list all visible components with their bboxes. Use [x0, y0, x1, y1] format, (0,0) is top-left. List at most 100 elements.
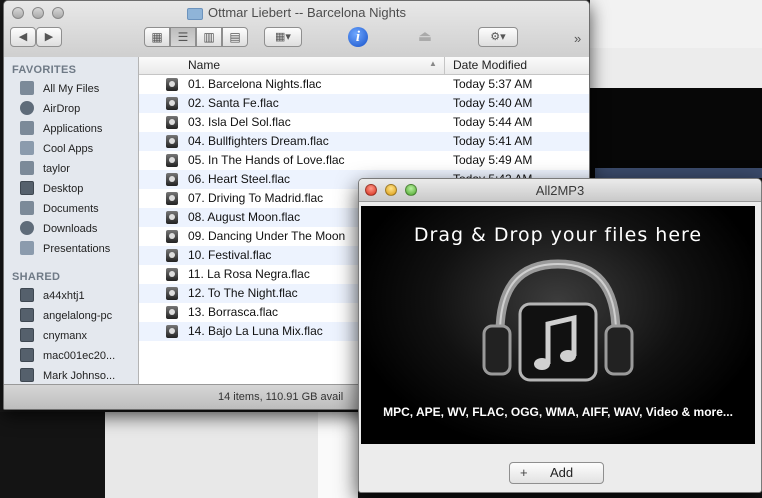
file-name: 10. Festival.flac [188, 248, 272, 262]
computer-icon [20, 348, 34, 363]
file-date: Today 5:37 AM [453, 77, 533, 91]
file-name: 03. Isla Del Sol.flac [188, 115, 291, 129]
grid-icon: ▦ [151, 30, 163, 44]
sidebar-item-label: Downloads [43, 223, 98, 235]
file-date: Today 5:49 AM [453, 153, 533, 167]
add-button-label: Add [550, 465, 574, 480]
computer-icon [20, 308, 34, 323]
back-arrow-icon: ◀ [18, 31, 28, 43]
audio-file-icon [166, 249, 178, 262]
sidebar-favorites-header: FAVORITES [12, 64, 77, 76]
file-date: Today 5:41 AM [453, 134, 533, 148]
file-row[interactable]: 05. In The Hands of Love.flac Today 5:49 … [139, 151, 589, 170]
date-column-header[interactable]: Date Modified [453, 58, 527, 72]
gear-icon: ⚙▾ [490, 31, 506, 43]
file-row[interactable]: 03. Isla Del Sol.flac Today 5:44 AM [139, 113, 589, 132]
all2mp3-title: All2MP3 [535, 183, 585, 198]
drop-zone[interactable]: Drag & Drop your files here MPC, APE, WV… [361, 206, 755, 444]
file-name: 11. La Rosa Negra.flac [188, 267, 310, 281]
audio-file-icon [166, 135, 178, 148]
home-icon [20, 161, 34, 176]
file-row[interactable]: 01. Barcelona Nights.flac Today 5:37 AM [139, 75, 589, 94]
audio-file-icon [166, 287, 178, 300]
sidebar-item-shared-computer[interactable]: mac001ec20... [20, 346, 115, 366]
window-title: Ottmar Liebert -- Barcelona Nights [4, 5, 589, 20]
sidebar-item-label: AirDrop [43, 103, 81, 115]
window-title-text: Ottmar Liebert -- Barcelona Nights [208, 5, 406, 20]
coverflow-view-button[interactable]: ▤ [222, 27, 248, 47]
audio-file-icon [166, 154, 178, 167]
arrange-icon: ▦▾ [275, 31, 291, 43]
background-page-edge [318, 412, 358, 498]
all2mp3-window: All2MP3 Drag & Drop your files here MPC,… [358, 178, 762, 493]
list-icon: ☰ [177, 30, 189, 44]
file-row[interactable]: 02. Santa Fe.flac Today 5:40 AM [139, 94, 589, 113]
drop-zone-title: Drag & Drop your files here [413, 224, 703, 246]
file-name: 08. August Moon.flac [188, 210, 301, 224]
add-button[interactable]: + Add [509, 462, 604, 484]
sidebar-item-label: Applications [43, 123, 103, 135]
arrange-button[interactable]: ▦▾ [264, 27, 302, 47]
audio-file-icon [166, 116, 178, 129]
sidebar-item-presentations[interactable]: Presentations [20, 239, 110, 259]
back-button[interactable]: ◀ [10, 27, 36, 47]
file-name: 05. In The Hands of Love.flac [188, 153, 345, 167]
sidebar-item-shared-computer[interactable]: Mark Johnso... [20, 366, 115, 386]
sidebar-item-documents[interactable]: Documents [20, 199, 99, 219]
sidebar-item-downloads[interactable]: Downloads [20, 219, 97, 239]
applications-icon [20, 121, 34, 136]
toolbar-overflow-icon[interactable]: » [574, 31, 581, 46]
audio-file-icon [166, 78, 178, 91]
info-icon[interactable]: i [348, 27, 368, 47]
sidebar-item-cool-apps[interactable]: Cool Apps [20, 139, 93, 159]
all2mp3-titlebar: All2MP3 [359, 179, 761, 202]
audio-file-icon [166, 192, 178, 205]
sidebar-item-label: Cool Apps [43, 143, 94, 155]
computer-icon [20, 328, 34, 343]
finder-toolbar: Ottmar Liebert -- Barcelona Nights ◀ ▶ ▦… [4, 1, 589, 58]
file-row[interactable]: 04. Bullfighters Dream.flac Today 5:41 AM [139, 132, 589, 151]
headphones-music-icon [482, 259, 634, 382]
list-view-button[interactable]: ☰ [170, 27, 196, 47]
sidebar-item-taylor[interactable]: taylor [20, 159, 70, 179]
action-button[interactable]: ⚙▾ [478, 27, 518, 47]
icon-view-button[interactable]: ▦ [144, 27, 170, 47]
sidebar-shared-header: SHARED [12, 271, 61, 283]
folder-icon [20, 141, 34, 156]
all-files-icon [20, 81, 34, 96]
supported-formats: MPC, APE, WV, FLAC, OGG, WMA, AIFF, WAV,… [383, 405, 733, 419]
sidebar-item-applications[interactable]: Applications [20, 119, 102, 139]
background-window-bar [595, 168, 762, 178]
sidebar-item-label: cnymanx [43, 330, 88, 342]
file-name: 02. Santa Fe.flac [188, 96, 279, 110]
sort-ascending-icon: ▲ [429, 59, 437, 68]
eject-icon[interactable]: ⏏ [416, 28, 434, 46]
file-date: Today 5:40 AM [453, 96, 533, 110]
sidebar-item-airdrop[interactable]: AirDrop [20, 99, 80, 119]
audio-file-icon [166, 97, 178, 110]
sidebar-item-label: a44xhtj1 [43, 290, 85, 302]
file-date: Today 5:44 AM [453, 115, 533, 129]
sidebar-item-desktop[interactable]: Desktop [20, 179, 83, 199]
column-view-button[interactable]: ▥ [196, 27, 222, 47]
sidebar-item-shared-computer[interactable]: cnymanx [20, 326, 87, 346]
sidebar-item-label: mac001ec20... [43, 350, 116, 362]
column-divider[interactable] [444, 57, 445, 74]
sidebar-item-shared-computer[interactable]: angelalong-pc [20, 306, 112, 326]
sidebar-item-shared-computer[interactable]: a44xhtj1 [20, 286, 85, 306]
audio-file-icon [166, 173, 178, 186]
file-name: 12. To The Night.flac [188, 286, 298, 300]
sidebar-item-all-my-files[interactable]: All My Files [20, 79, 99, 99]
forward-button[interactable]: ▶ [36, 27, 62, 47]
sidebar-item-label: All My Files [43, 83, 100, 95]
file-name: 07. Driving To Madrid.flac [188, 191, 324, 205]
background-window-header [590, 0, 762, 48]
sidebar-item-label: Desktop [43, 183, 84, 195]
downloads-icon [20, 221, 34, 236]
audio-file-icon [166, 211, 178, 224]
sidebar-item-label: Presentations [43, 243, 111, 255]
file-name: 13. Borrasca.flac [188, 305, 279, 319]
folder-icon [20, 241, 34, 256]
name-column-header[interactable]: Name [188, 58, 220, 72]
computer-icon [20, 368, 34, 383]
